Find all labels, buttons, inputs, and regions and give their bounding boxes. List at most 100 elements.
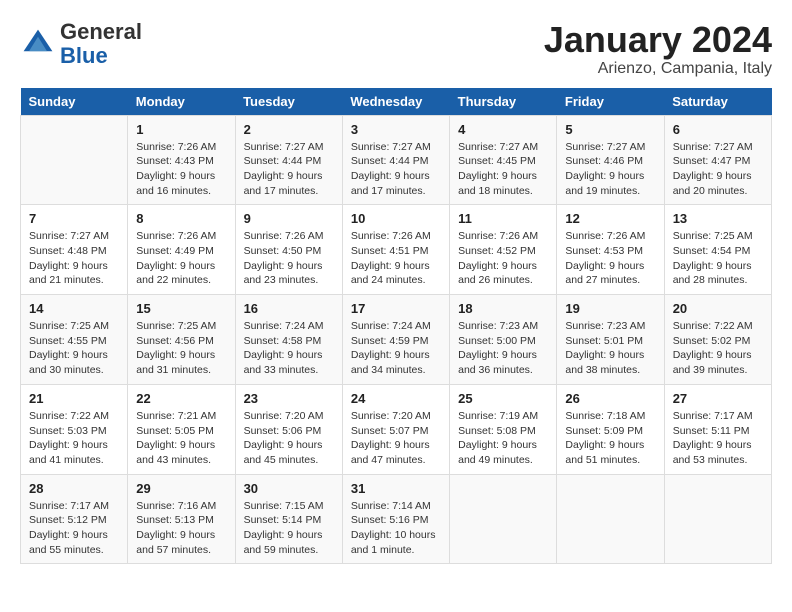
calendar-cell: 3 Sunrise: 7:27 AMSunset: 4:44 PMDaylight… bbox=[342, 115, 449, 205]
day-info: Sunrise: 7:16 AMSunset: 5:13 PMDaylight:… bbox=[136, 499, 226, 558]
day-number: 22 bbox=[136, 391, 226, 406]
calendar-cell: 15 Sunrise: 7:25 AMSunset: 4:56 PMDayligh… bbox=[128, 295, 235, 385]
day-info: Sunrise: 7:24 AMSunset: 4:59 PMDaylight:… bbox=[351, 319, 441, 378]
logo-text: General Blue bbox=[60, 20, 142, 68]
day-info: Sunrise: 7:26 AMSunset: 4:52 PMDaylight:… bbox=[458, 229, 548, 288]
day-number: 12 bbox=[565, 211, 655, 226]
calendar-cell: 20 Sunrise: 7:22 AMSunset: 5:02 PMDayligh… bbox=[664, 295, 771, 385]
weekday-header: Tuesday bbox=[235, 88, 342, 116]
day-number: 1 bbox=[136, 122, 226, 137]
day-info: Sunrise: 7:20 AMSunset: 5:06 PMDaylight:… bbox=[244, 409, 334, 468]
day-number: 5 bbox=[565, 122, 655, 137]
calendar-cell: 19 Sunrise: 7:23 AMSunset: 5:01 PMDayligh… bbox=[557, 295, 664, 385]
day-info: Sunrise: 7:25 AMSunset: 4:56 PMDaylight:… bbox=[136, 319, 226, 378]
calendar-cell: 18 Sunrise: 7:23 AMSunset: 5:00 PMDayligh… bbox=[450, 295, 557, 385]
page-title: January 2024 bbox=[544, 20, 772, 60]
calendar-cell: 30 Sunrise: 7:15 AMSunset: 5:14 PMDayligh… bbox=[235, 474, 342, 564]
day-number: 23 bbox=[244, 391, 334, 406]
day-info: Sunrise: 7:18 AMSunset: 5:09 PMDaylight:… bbox=[565, 409, 655, 468]
day-info: Sunrise: 7:17 AMSunset: 5:11 PMDaylight:… bbox=[673, 409, 763, 468]
day-info: Sunrise: 7:25 AMSunset: 4:54 PMDaylight:… bbox=[673, 229, 763, 288]
day-number: 15 bbox=[136, 301, 226, 316]
calendar-table: SundayMondayTuesdayWednesdayThursdayFrid… bbox=[20, 88, 772, 565]
day-number: 9 bbox=[244, 211, 334, 226]
day-number: 18 bbox=[458, 301, 548, 316]
title-block: January 2024 Arienzo, Campania, Italy bbox=[544, 20, 772, 78]
calendar-week-row: 14 Sunrise: 7:25 AMSunset: 4:55 PMDayligh… bbox=[21, 295, 772, 385]
day-number: 30 bbox=[244, 481, 334, 496]
day-info: Sunrise: 7:17 AMSunset: 5:12 PMDaylight:… bbox=[29, 499, 119, 558]
day-info: Sunrise: 7:27 AMSunset: 4:44 PMDaylight:… bbox=[351, 140, 441, 199]
calendar-cell: 10 Sunrise: 7:26 AMSunset: 4:51 PMDayligh… bbox=[342, 205, 449, 295]
calendar-cell: 11 Sunrise: 7:26 AMSunset: 4:52 PMDayligh… bbox=[450, 205, 557, 295]
day-number: 21 bbox=[29, 391, 119, 406]
day-number: 8 bbox=[136, 211, 226, 226]
calendar-cell: 29 Sunrise: 7:16 AMSunset: 5:13 PMDayligh… bbox=[128, 474, 235, 564]
day-number: 11 bbox=[458, 211, 548, 226]
calendar-cell: 17 Sunrise: 7:24 AMSunset: 4:59 PMDayligh… bbox=[342, 295, 449, 385]
day-info: Sunrise: 7:23 AMSunset: 5:01 PMDaylight:… bbox=[565, 319, 655, 378]
day-number: 31 bbox=[351, 481, 441, 496]
day-info: Sunrise: 7:22 AMSunset: 5:03 PMDaylight:… bbox=[29, 409, 119, 468]
calendar-cell: 25 Sunrise: 7:19 AMSunset: 5:08 PMDayligh… bbox=[450, 384, 557, 474]
day-number: 3 bbox=[351, 122, 441, 137]
calendar-cell: 5 Sunrise: 7:27 AMSunset: 4:46 PMDaylight… bbox=[557, 115, 664, 205]
calendar-week-row: 28 Sunrise: 7:17 AMSunset: 5:12 PMDayligh… bbox=[21, 474, 772, 564]
calendar-cell: 13Sunrise: 7:25 AMSunset: 4:54 PMDayligh… bbox=[664, 205, 771, 295]
day-number: 10 bbox=[351, 211, 441, 226]
day-info: Sunrise: 7:15 AMSunset: 5:14 PMDaylight:… bbox=[244, 499, 334, 558]
day-number: 29 bbox=[136, 481, 226, 496]
calendar-cell bbox=[21, 115, 128, 205]
calendar-cell: 7Sunrise: 7:27 AMSunset: 4:48 PMDaylight… bbox=[21, 205, 128, 295]
day-number: 16 bbox=[244, 301, 334, 316]
calendar-cell bbox=[450, 474, 557, 564]
calendar-cell: 26Sunrise: 7:18 AMSunset: 5:09 PMDayligh… bbox=[557, 384, 664, 474]
day-info: Sunrise: 7:26 AMSunset: 4:50 PMDaylight:… bbox=[244, 229, 334, 288]
weekday-header: Saturday bbox=[664, 88, 771, 116]
calendar-week-row: 21 Sunrise: 7:22 AMSunset: 5:03 PMDayligh… bbox=[21, 384, 772, 474]
calendar-cell: 23 Sunrise: 7:20 AMSunset: 5:06 PMDayligh… bbox=[235, 384, 342, 474]
calendar-cell bbox=[664, 474, 771, 564]
calendar-cell: 4Sunrise: 7:27 AMSunset: 4:45 PMDaylight… bbox=[450, 115, 557, 205]
calendar-cell: 28 Sunrise: 7:17 AMSunset: 5:12 PMDayligh… bbox=[21, 474, 128, 564]
weekday-header: Wednesday bbox=[342, 88, 449, 116]
calendar-cell bbox=[557, 474, 664, 564]
day-info: Sunrise: 7:26 AMSunset: 4:49 PMDaylight:… bbox=[136, 229, 226, 288]
day-number: 14 bbox=[29, 301, 119, 316]
logo-icon bbox=[20, 26, 56, 62]
page-header: General Blue January 2024 Arienzo, Campa… bbox=[20, 20, 772, 78]
weekday-header-row: SundayMondayTuesdayWednesdayThursdayFrid… bbox=[21, 88, 772, 116]
weekday-header: Sunday bbox=[21, 88, 128, 116]
day-info: Sunrise: 7:23 AMSunset: 5:00 PMDaylight:… bbox=[458, 319, 548, 378]
day-info: Sunrise: 7:19 AMSunset: 5:08 PMDaylight:… bbox=[458, 409, 548, 468]
day-info: Sunrise: 7:27 AMSunset: 4:48 PMDaylight:… bbox=[29, 229, 119, 288]
day-info: Sunrise: 7:26 AMSunset: 4:53 PMDaylight:… bbox=[565, 229, 655, 288]
day-number: 19 bbox=[565, 301, 655, 316]
day-info: Sunrise: 7:27 AMSunset: 4:44 PMDaylight:… bbox=[244, 140, 334, 199]
day-info: Sunrise: 7:25 AMSunset: 4:55 PMDaylight:… bbox=[29, 319, 119, 378]
day-info: Sunrise: 7:26 AMSunset: 4:51 PMDaylight:… bbox=[351, 229, 441, 288]
day-number: 20 bbox=[673, 301, 763, 316]
day-number: 17 bbox=[351, 301, 441, 316]
calendar-cell: 14 Sunrise: 7:25 AMSunset: 4:55 PMDayligh… bbox=[21, 295, 128, 385]
day-info: Sunrise: 7:24 AMSunset: 4:58 PMDaylight:… bbox=[244, 319, 334, 378]
page-subtitle: Arienzo, Campania, Italy bbox=[544, 60, 772, 78]
calendar-week-row: 1Sunrise: 7:26 AMSunset: 4:43 PMDaylight… bbox=[21, 115, 772, 205]
day-info: Sunrise: 7:21 AMSunset: 5:05 PMDaylight:… bbox=[136, 409, 226, 468]
weekday-header: Thursday bbox=[450, 88, 557, 116]
day-number: 28 bbox=[29, 481, 119, 496]
day-number: 4 bbox=[458, 122, 548, 137]
calendar-cell: 31 Sunrise: 7:14 AMSunset: 5:16 PMDayligh… bbox=[342, 474, 449, 564]
day-number: 24 bbox=[351, 391, 441, 406]
calendar-cell: 22 Sunrise: 7:21 AMSunset: 5:05 PMDayligh… bbox=[128, 384, 235, 474]
day-number: 25 bbox=[458, 391, 548, 406]
calendar-cell: 27Sunrise: 7:17 AMSunset: 5:11 PMDayligh… bbox=[664, 384, 771, 474]
calendar-cell: 16 Sunrise: 7:24 AMSunset: 4:58 PMDayligh… bbox=[235, 295, 342, 385]
calendar-cell: 24Sunrise: 7:20 AMSunset: 5:07 PMDayligh… bbox=[342, 384, 449, 474]
day-info: Sunrise: 7:14 AMSunset: 5:16 PMDaylight:… bbox=[351, 499, 441, 558]
day-info: Sunrise: 7:27 AMSunset: 4:46 PMDaylight:… bbox=[565, 140, 655, 199]
calendar-cell: 8 Sunrise: 7:26 AMSunset: 4:49 PMDaylight… bbox=[128, 205, 235, 295]
weekday-header: Monday bbox=[128, 88, 235, 116]
day-info: Sunrise: 7:22 AMSunset: 5:02 PMDaylight:… bbox=[673, 319, 763, 378]
weekday-header: Friday bbox=[557, 88, 664, 116]
